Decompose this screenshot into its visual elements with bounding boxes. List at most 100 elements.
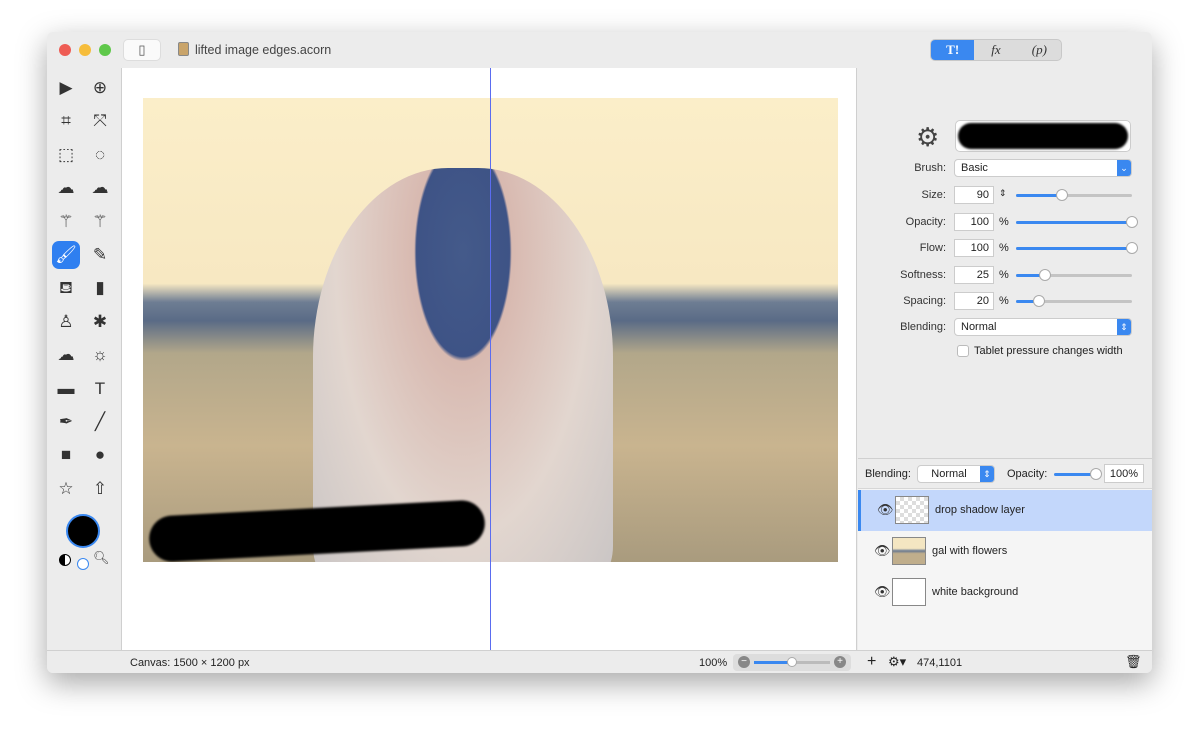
layer-item[interactable]: 👁︎ drop shadow layer xyxy=(858,490,1152,531)
unit-label: % xyxy=(999,268,1009,281)
setting-label: Opacity: xyxy=(905,215,946,228)
arrow-icon[interactable]: ▶ xyxy=(52,74,80,102)
app-window: ▯ lifted image edges.acorn T! fx (p) 🔍︎ … xyxy=(47,32,1152,673)
layer-blending-select[interactable]: Normal ⇕ xyxy=(917,465,995,483)
stepper-icon[interactable]: ⇕ xyxy=(999,188,1007,199)
color-select-icon[interactable]: ⚚ xyxy=(86,208,114,236)
eye-icon[interactable]: 👁︎ xyxy=(874,543,891,559)
window-title: lifted image edges.acorn xyxy=(195,43,332,57)
eye-icon[interactable]: 👁︎ xyxy=(877,502,894,518)
zoom-in-icon[interactable]: + xyxy=(834,656,846,668)
layer-opacity-slider[interactable] xyxy=(1054,468,1102,480)
zoom-out-icon[interactable]: − xyxy=(738,656,750,668)
brush-value: Basic xyxy=(961,162,988,174)
setting-row: Opacity: 100 % xyxy=(858,212,1152,233)
toolbox: 🔍︎ ▶ ⊕ ⌗ ⤧ ⬚ ◌ ☁ ☁ ⚚ ⚚ 🖌 ✎ ⛾ ▮ ♙ ✱ ☁ ☼ ▬ T ✒ ╱ ■ ● ☆ ⇧ xyxy=(47,68,121,650)
rect-select-icon[interactable]: ⬚ xyxy=(52,141,80,169)
zoom-button[interactable] xyxy=(99,44,111,56)
line-icon[interactable]: ╱ xyxy=(86,408,114,436)
layer-item[interactable]: 👁︎ white background xyxy=(858,572,1152,613)
setting-row: Softness: 25 % xyxy=(858,265,1152,286)
pen-icon[interactable]: ✒ xyxy=(52,408,80,436)
setting-value-field[interactable]: 90 xyxy=(954,186,994,204)
tablet-pressure-checkbox[interactable] xyxy=(957,345,969,357)
layer-name: white background xyxy=(932,586,1019,598)
crop-icon[interactable]: ⌗ xyxy=(52,107,80,135)
inspector-tabs: T! fx (p) xyxy=(930,39,1062,61)
clone-stamp-icon[interactable]: ♙ xyxy=(52,308,80,336)
close-button[interactable] xyxy=(59,44,71,56)
layer-gear-menu-icon[interactable]: ⚙▾ xyxy=(888,654,906,670)
brush-select[interactable]: Basic ⌄ xyxy=(954,159,1132,177)
unit-label: % xyxy=(999,242,1009,255)
arrow-shape-icon[interactable]: ⇧ xyxy=(86,475,114,503)
eraser-icon[interactable]: ▮ xyxy=(86,274,114,302)
zoom-control: − + xyxy=(733,654,851,671)
blending-row: Blending: Normal ⇕ xyxy=(858,318,1152,338)
swap-colors-icon[interactable] xyxy=(59,554,71,566)
cursor-coordinates: 474,1101 xyxy=(917,657,963,669)
setting-slider[interactable] xyxy=(1016,189,1132,201)
magic-wand-icon[interactable]: ⚚ xyxy=(52,208,80,236)
gradient-icon[interactable]: ▬ xyxy=(52,375,80,403)
setting-slider[interactable] xyxy=(1016,268,1132,281)
brush-icon[interactable]: 🖌 xyxy=(52,241,80,269)
unit-label: % xyxy=(999,215,1009,228)
blending-select[interactable]: Normal ⇕ xyxy=(954,318,1132,336)
layer-opacity-label: Opacity: xyxy=(1007,468,1048,480)
setting-label: Size: xyxy=(921,189,946,201)
setting-value-field[interactable]: 20 xyxy=(954,292,994,311)
star-icon[interactable]: ☆ xyxy=(52,475,80,503)
trash-icon[interactable]: 🗑︎ xyxy=(1125,654,1142,670)
background-color-well[interactable] xyxy=(77,558,89,570)
layer-name: gal with flowers xyxy=(932,545,1008,557)
splatter-icon[interactable]: ✱ xyxy=(86,308,114,336)
add-layer-icon[interactable]: + xyxy=(867,653,876,671)
brush-row: Brush: Basic ⌄ xyxy=(858,159,1152,179)
setting-value-field[interactable]: 100 xyxy=(954,239,994,258)
setting-row: Spacing: 20 % xyxy=(858,292,1152,312)
setting-slider[interactable] xyxy=(1016,295,1132,308)
document-icon xyxy=(178,42,189,56)
layer-item[interactable]: 👁︎ gal with flowers xyxy=(858,531,1152,572)
foreground-color-well[interactable] xyxy=(66,514,100,548)
chevron-down-icon: ⌄ xyxy=(1117,160,1131,176)
blending-value: Normal xyxy=(961,321,997,333)
polygon-lasso-icon[interactable]: ☁ xyxy=(86,174,114,202)
tab-properties[interactable]: (p) xyxy=(1018,40,1061,60)
setting-slider[interactable] xyxy=(1016,242,1138,255)
rectangle-icon[interactable]: ■ xyxy=(52,441,80,469)
transform-icon[interactable]: ⤧ xyxy=(86,107,114,135)
layer-thumbnail xyxy=(895,496,929,524)
zoom-slider[interactable] xyxy=(754,657,830,667)
lasso-icon[interactable]: ☁ xyxy=(52,174,80,202)
canvas[interactable] xyxy=(121,68,857,650)
brush-settings-gear-icon[interactable]: ⚙ xyxy=(916,122,939,153)
ellipse-select-icon[interactable]: ◌ xyxy=(86,141,114,169)
vertical-guide[interactable] xyxy=(490,68,491,650)
pencil-icon[interactable]: ✎ xyxy=(86,241,114,269)
eye-icon[interactable]: 👁︎ xyxy=(874,584,891,600)
tablet-row: Tablet pressure changes width xyxy=(858,342,1152,362)
setting-slider[interactable] xyxy=(1016,215,1138,228)
zoom-icon[interactable]: ⊕ xyxy=(86,74,114,102)
tablet-pressure-label: Tablet pressure changes width xyxy=(974,345,1123,357)
text-icon[interactable]: T xyxy=(86,375,114,403)
sun-icon[interactable]: ☼ xyxy=(86,341,114,369)
layer-blending-label: Blending: xyxy=(865,468,911,480)
tab-tools[interactable]: T! xyxy=(931,40,975,60)
tab-fx[interactable]: fx xyxy=(974,40,1017,60)
setting-value-field[interactable]: 25 xyxy=(954,265,994,284)
title-bar: ▯ lifted image edges.acorn T! fx (p) xyxy=(47,32,1152,68)
setting-value-field[interactable]: 100 xyxy=(954,212,994,231)
layer-opacity-field[interactable]: 100% xyxy=(1104,464,1144,483)
minimize-button[interactable] xyxy=(79,44,91,56)
color-picker-icon[interactable]: 🔍︎ xyxy=(93,550,110,566)
cloud-icon[interactable]: ☁ xyxy=(52,341,80,369)
paint-bucket-icon[interactable]: ⛾ xyxy=(52,274,80,302)
setting-row: Flow: 100 % xyxy=(858,239,1152,259)
sidebar-toggle-button[interactable]: ▯ xyxy=(123,39,161,61)
oval-icon[interactable]: ● xyxy=(86,441,114,469)
brush-preview[interactable] xyxy=(955,120,1131,152)
blending-label: Blending: xyxy=(900,321,946,333)
